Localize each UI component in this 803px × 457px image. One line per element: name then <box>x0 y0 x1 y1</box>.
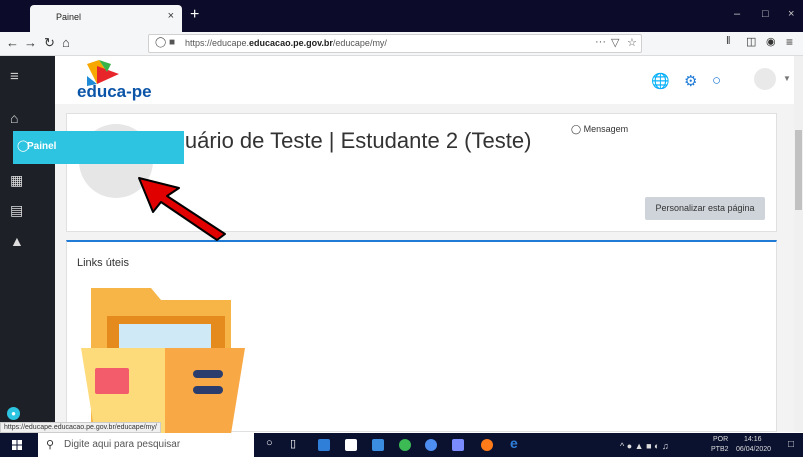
lock-icon[interactable]: ■ <box>169 37 175 48</box>
menu-icon[interactable]: ≡ <box>786 35 793 49</box>
shield-icon[interactable]: ◯ <box>155 37 166 48</box>
task-view-icon[interactable]: ▯ <box>290 437 302 450</box>
page-scrollbar[interactable] <box>794 56 803 432</box>
account-icon[interactable]: ◉ <box>766 35 776 48</box>
edge-app-icon[interactable] <box>425 439 437 451</box>
folder-icon[interactable] <box>81 288 245 434</box>
pocket-icon[interactable]: ▽ <box>611 36 619 49</box>
system-tray-icons[interactable]: ^ ● ▲ ■ ◐ ♫ <box>620 441 669 451</box>
customize-page-button[interactable]: Personalizar esta página <box>645 197 765 220</box>
page-actions-icon[interactable]: ··· <box>595 36 606 48</box>
home-icon[interactable]: ⌂ <box>10 110 18 126</box>
back-icon[interactable]: ← <box>6 35 19 50</box>
bookmark-star-icon[interactable]: ☆ <box>627 36 637 49</box>
notifications-bell-icon[interactable]: ⚙ <box>684 72 697 90</box>
browser-tab-bar: Painel × + – □ × <box>0 0 803 32</box>
notifications-icon[interactable]: □ <box>788 439 794 450</box>
ie-app-icon[interactable]: e <box>510 435 522 451</box>
tab-close-icon[interactable]: × <box>168 10 174 22</box>
new-tab-button[interactable]: + <box>190 6 199 24</box>
accessibility-icon[interactable]: ● <box>7 407 20 420</box>
user-avatar[interactable] <box>754 68 776 90</box>
status-bar-url: https://educape.educacao.pe.gov.br/educa… <box>0 422 161 433</box>
search-placeholder: Digite aqui para pesquisar <box>64 439 181 450</box>
sidebar: ≡ ⌂ ▦ ▤ ▲ <box>0 56 55 432</box>
minimize-button[interactable]: – <box>734 8 740 20</box>
paint-app-icon[interactable] <box>452 439 464 451</box>
forward-icon[interactable]: → <box>24 35 37 50</box>
site-logo[interactable]: educa-pe <box>77 60 157 102</box>
chevron-down-icon[interactable]: ▼ <box>783 74 791 83</box>
url-text: https://educape.educacao.pe.gov.br/educa… <box>185 38 387 48</box>
logo-text: educa-pe <box>77 82 152 101</box>
page-title: Usuário de Teste | Estudante 2 (Teste) <box>158 128 532 153</box>
clock-date[interactable]: 06/04/2020 <box>736 446 771 453</box>
home-icon[interactable]: ⌂ <box>62 35 70 50</box>
sidebar-item-label: Painel <box>27 141 57 152</box>
chrome-app-icon[interactable] <box>399 439 411 451</box>
mail-app-icon[interactable] <box>372 439 384 451</box>
block-title: Links úteis <box>77 257 129 269</box>
firefox-app-icon[interactable] <box>481 439 493 451</box>
close-window-button[interactable]: × <box>788 8 794 20</box>
language-indicator[interactable]: POR <box>713 436 728 443</box>
chat-icon: ◯ <box>571 124 584 134</box>
message-link[interactable]: ◯ Mensagem <box>571 124 628 135</box>
calculator-app-icon[interactable] <box>318 439 330 451</box>
cortana-icon[interactable]: ○ <box>266 437 278 449</box>
calendar-icon[interactable]: ▦ <box>10 172 23 189</box>
graduation-cap-icon[interactable]: ▲ <box>10 233 24 249</box>
files-icon[interactable]: ▤ <box>10 202 23 219</box>
search-icon: ⚲ <box>46 439 55 451</box>
tab-title: Painel <box>56 12 82 22</box>
address-bar[interactable]: ◯ ■ https://educape.educacao.pe.gov.br/e… <box>148 34 642 53</box>
windows-taskbar: ⚲ Digite aqui para pesquisar ○ ▯ e ^ ● ▲… <box>0 433 803 457</box>
sidebar-item-painel[interactable]: ◯ Painel <box>13 131 184 164</box>
reload-icon[interactable]: ↻ <box>44 35 55 51</box>
maximize-button[interactable]: □ <box>762 8 769 20</box>
taskbar-search-box[interactable]: ⚲ Digite aqui para pesquisar <box>38 433 254 457</box>
site-header: educa-pe 🌐 ⚙ ○ ▼ <box>0 56 803 104</box>
keyboard-layout[interactable]: PTB2 <box>711 446 729 453</box>
windows-start-icon[interactable] <box>12 440 22 450</box>
hamburger-menu-icon[interactable]: ≡ <box>10 68 19 85</box>
language-globe-icon[interactable]: 🌐 <box>651 72 670 90</box>
browser-nav-bar: ← → ↻ ⌂ ◯ ■ https://educape.educacao.pe.… <box>0 32 803 56</box>
browser-tab[interactable]: Painel × <box>30 5 182 32</box>
clock-time[interactable]: 14:16 <box>744 436 762 443</box>
sidebar-toggle-icon[interactable]: ◫ <box>746 35 756 48</box>
scrollbar-thumb[interactable] <box>795 130 802 210</box>
red-pointer-arrow-icon <box>138 177 226 241</box>
library-icon[interactable]: ‖ <box>726 35 731 47</box>
useful-links-block: Links úteis <box>66 240 777 434</box>
messages-icon[interactable]: ○ <box>712 72 721 89</box>
store-app-icon[interactable] <box>345 439 357 451</box>
